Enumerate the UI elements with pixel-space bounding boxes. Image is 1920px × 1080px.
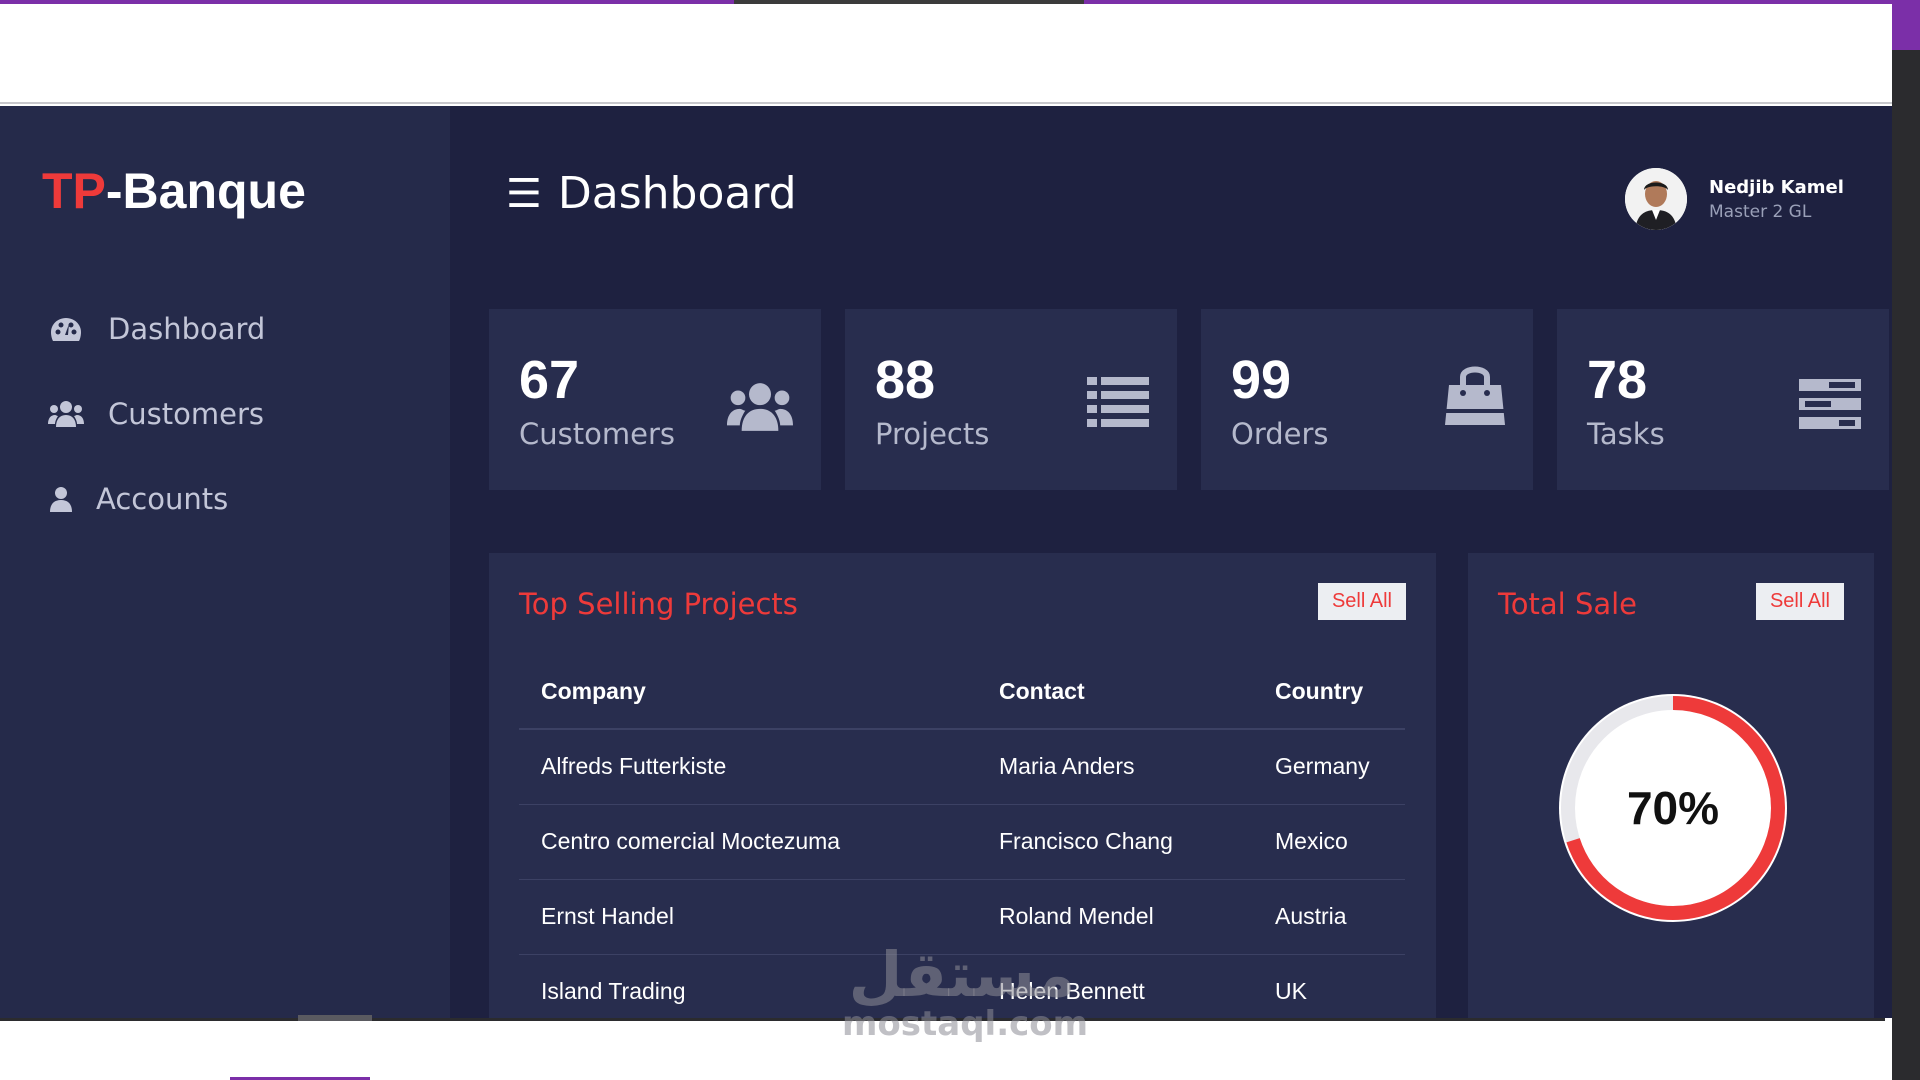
table-cell: Francisco Chang	[977, 804, 1253, 880]
sidebar-item-label: Customers	[108, 396, 264, 431]
users-icon	[727, 377, 793, 441]
palette-icon	[46, 316, 86, 342]
avatar[interactable]	[1625, 168, 1687, 230]
sidebar: TP-Banque Dashboard Customers Accounts	[0, 106, 450, 1018]
page-title-text: Dashboard	[557, 168, 797, 219]
table-cell: Germany	[1253, 729, 1405, 805]
stat-card-customers[interactable]: 67 Customers	[489, 309, 821, 490]
users-icon	[46, 400, 86, 428]
sell-all-button[interactable]: Sell All	[1755, 583, 1844, 620]
user-profile[interactable]: Nedjib Kamel Master 2 GL	[1625, 168, 1844, 230]
table-cell: UK	[1253, 954, 1405, 1018]
watermark: مستقل mostaql.com	[842, 938, 1089, 1045]
watermark-arabic: مستقل	[848, 938, 1076, 1011]
table-cell: Centro comercial Moctezuma	[519, 804, 977, 880]
stat-label: Customers	[519, 417, 675, 451]
panel-title: Top Selling Projects	[519, 587, 798, 621]
table-cell: Alfreds Futterkiste	[519, 729, 977, 805]
sidebar-item-dashboard[interactable]: Dashboard	[46, 286, 265, 371]
table-row[interactable]: Centro comercial Moctezuma Francisco Cha…	[519, 804, 1405, 880]
bottom-scroll-indicator	[298, 1015, 372, 1021]
stat-card-projects[interactable]: 88 Projects	[845, 309, 1177, 490]
page-title: ☰ Dashboard	[506, 168, 797, 219]
table-cell: Austria	[1253, 879, 1405, 955]
column-header: Company	[519, 655, 977, 730]
brand-prefix: TP	[42, 163, 106, 219]
table-cell: Maria Anders	[977, 729, 1253, 805]
stat-label: Tasks	[1587, 417, 1665, 451]
column-header: Country	[1253, 655, 1405, 730]
sell-all-button[interactable]: Sell All	[1317, 583, 1406, 620]
right-strip-accent	[1892, 0, 1920, 50]
tasks-icon	[1799, 379, 1861, 433]
table-cell: Mexico	[1253, 804, 1405, 880]
stat-label: Orders	[1231, 417, 1329, 451]
stat-value: 88	[875, 350, 936, 410]
sidebar-item-accounts[interactable]: Accounts	[46, 456, 265, 541]
browser-top-area	[0, 4, 1892, 104]
shopping-bag-icon	[1445, 363, 1505, 431]
table-row[interactable]: Alfreds Futterkiste Maria Anders Germany	[519, 729, 1405, 805]
stat-value: 67	[519, 350, 580, 410]
user-role: Master 2 GL	[1709, 201, 1812, 222]
stats-cards: 67 Customers 88 Projects 99 Orders 78 Ta…	[489, 309, 1889, 490]
donut-percent-label: 70%	[1626, 782, 1720, 834]
stat-value: 78	[1587, 350, 1648, 410]
column-header: Contact	[977, 655, 1253, 730]
app-window: TP-Banque Dashboard Customers Accounts ☰…	[0, 106, 1892, 1018]
sidebar-item-label: Accounts	[96, 481, 229, 516]
total-sale-donut: 70%	[1558, 693, 1788, 923]
brand-logo[interactable]: TP-Banque	[42, 162, 306, 220]
menu-toggle-icon[interactable]: ☰	[506, 171, 542, 217]
sidebar-item-label: Dashboard	[108, 311, 266, 346]
user-name: Nedjib Kamel	[1709, 176, 1844, 198]
list-icon	[1087, 377, 1149, 433]
right-window-strip	[1892, 0, 1920, 1080]
stat-card-tasks[interactable]: 78 Tasks	[1557, 309, 1889, 490]
main-content: ☰ Dashboard Nedjib Kamel Master 2 GL 67 …	[450, 106, 1892, 1018]
watermark-latin: mostaql.com	[842, 1004, 1089, 1044]
sidebar-item-customers[interactable]: Customers	[46, 371, 265, 456]
user-info: Nedjib Kamel Master 2 GL	[1709, 177, 1844, 222]
user-icon	[46, 486, 76, 512]
stat-value: 99	[1231, 350, 1292, 410]
panel-title: Total Sale	[1498, 587, 1638, 621]
total-sale-panel: Total Sale Sell All 70%	[1468, 553, 1874, 1018]
stat-card-orders[interactable]: 99 Orders	[1201, 309, 1533, 490]
stat-label: Projects	[875, 417, 990, 451]
table-header-row: Company Contact Country	[519, 655, 1405, 730]
brand-suffix: -Banque	[105, 163, 306, 219]
sidebar-nav: Dashboard Customers Accounts	[46, 286, 265, 541]
